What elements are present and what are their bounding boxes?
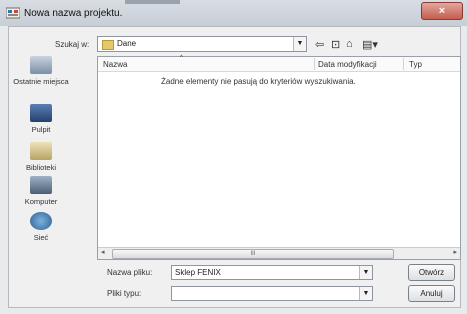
- column-header-type[interactable]: Typ: [409, 60, 422, 69]
- empty-message: Żadne elementy nie pasują do kryteriów w…: [161, 77, 356, 86]
- place-label: Ostatnie miejsca: [13, 77, 69, 86]
- new-folder-icon[interactable]: ⌂: [346, 38, 353, 50]
- place-label: Pulpit: [31, 125, 51, 134]
- column-separator[interactable]: [403, 58, 404, 70]
- chevron-down-icon[interactable]: ▼: [359, 266, 372, 279]
- close-button[interactable]: ×: [421, 2, 463, 20]
- filename-field[interactable]: Sklep FENIX ▼: [171, 265, 373, 280]
- filetype-label: Pliki typu:: [107, 289, 142, 298]
- place-recent[interactable]: Ostatnie miejsca: [9, 56, 73, 86]
- view-menu-icon[interactable]: ▤▾: [362, 38, 378, 51]
- sort-arrow-icon: ^: [180, 55, 183, 61]
- back-icon[interactable]: ⇦: [315, 38, 324, 51]
- place-label: Biblioteki: [25, 163, 56, 172]
- place-libraries[interactable]: Biblioteki: [9, 142, 73, 172]
- scroll-thumb[interactable]: III: [112, 249, 394, 259]
- filetype-select[interactable]: ▼: [171, 286, 373, 301]
- app-icon: [6, 7, 20, 19]
- network-icon: [30, 212, 52, 230]
- scroll-right-icon[interactable]: ▸: [453, 248, 457, 256]
- title-bar-decoration: [125, 0, 180, 4]
- file-list[interactable]: Nazwa ^ Data modyfikacji Typ Żadne eleme…: [97, 55, 461, 260]
- look-in-dropdown[interactable]: Dane ▼: [97, 36, 307, 52]
- places-bar: Ostatnie miejsca Pulpit Biblioteki Kompu…: [9, 52, 94, 257]
- open-button[interactable]: Otwórz: [408, 264, 455, 281]
- scroll-left-icon[interactable]: ◂: [101, 248, 105, 256]
- filename-value: Sklep FENIX: [175, 268, 221, 277]
- up-folder-icon[interactable]: ⊡: [331, 38, 340, 51]
- look-in-value: Dane: [117, 39, 137, 48]
- chevron-down-icon[interactable]: ▼: [293, 37, 306, 51]
- horizontal-scrollbar[interactable]: ◂ III ▸: [98, 247, 460, 259]
- filename-label: Nazwa pliku:: [107, 268, 153, 277]
- libraries-icon: [30, 142, 52, 160]
- folder-icon: [102, 40, 114, 50]
- recent-places-icon: [30, 56, 52, 74]
- desktop-icon: [30, 104, 52, 122]
- column-separator[interactable]: [314, 58, 315, 70]
- place-label: Komputer: [24, 197, 58, 206]
- column-header-date[interactable]: Data modyfikacji: [318, 60, 377, 69]
- place-desktop[interactable]: Pulpit: [9, 104, 73, 134]
- chevron-down-icon[interactable]: ▼: [359, 287, 372, 300]
- window-title: Nowa nazwa projektu.: [24, 8, 123, 19]
- place-network[interactable]: Sieć: [9, 212, 73, 242]
- title-bar: Nowa nazwa projektu. ×: [0, 0, 467, 26]
- cancel-button[interactable]: Anuluj: [408, 285, 455, 302]
- computer-icon: [30, 176, 52, 194]
- look-in-label: Szukaj w:: [55, 40, 90, 49]
- file-list-header: Nazwa ^ Data modyfikacji Typ: [98, 55, 460, 72]
- column-header-name[interactable]: Nazwa: [103, 60, 127, 69]
- place-label: Sieć: [33, 233, 49, 242]
- place-computer[interactable]: Komputer: [9, 176, 73, 206]
